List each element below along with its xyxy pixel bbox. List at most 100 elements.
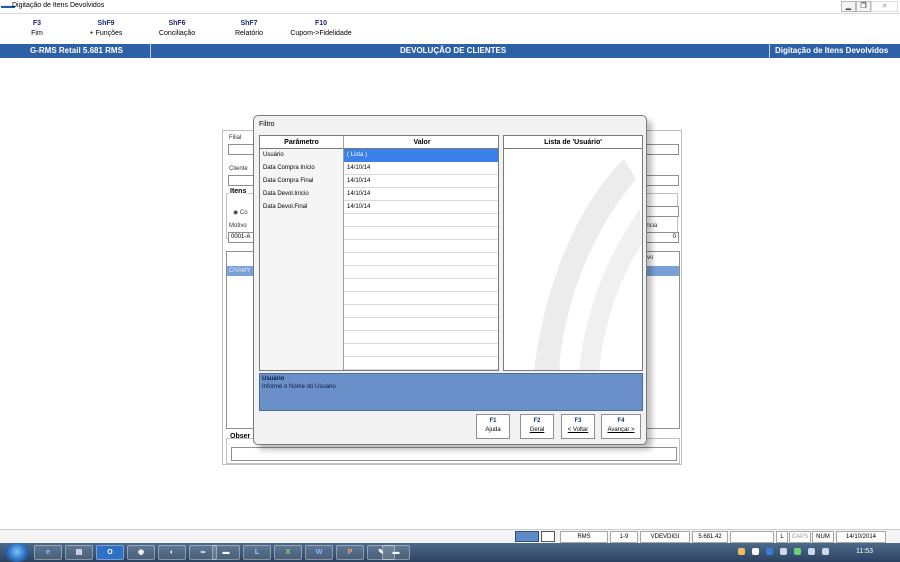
function-key-bar: F3 Fim ShF9 + Funções ShF6 Conciliação S… — [0, 15, 900, 43]
start-button[interactable] — [5, 543, 29, 562]
param-name: Data Compra Início — [260, 162, 344, 175]
button-label: < Voltar — [567, 427, 589, 433]
filial-label: Filial — [229, 135, 242, 141]
status-l: L — [776, 531, 788, 543]
next-button[interactable]: F4 Avançar > — [601, 414, 641, 439]
chrome-icon[interactable]: ◉ — [127, 545, 155, 560]
user-list-panel[interactable]: Lista de 'Usuário' — [503, 135, 643, 371]
tray-network-icon[interactable] — [808, 548, 815, 555]
param-value[interactable]: ( Lista ) — [344, 149, 498, 162]
fkey-label: + Funções — [89, 30, 123, 37]
param-value[interactable]: 14/10/14 — [344, 162, 498, 175]
empty-row — [260, 305, 498, 318]
word-icon[interactable]: W — [305, 545, 333, 560]
general-button[interactable]: F2 Geral — [520, 414, 554, 439]
window-title: Digitação de Itens Devolvidos — [12, 2, 105, 9]
parameter-grid: Parâmetro Valor Usuário ( Lista ) Data C… — [259, 135, 499, 371]
file-explorer-icon[interactable]: ▤ — [65, 545, 93, 560]
col-header-valor: Valor — [344, 136, 498, 149]
header-screen-title: Digitação de Itens Devolvidos — [775, 46, 889, 55]
option-radio-label: Co — [239, 210, 248, 216]
back-button[interactable]: F3 < Voltar — [561, 414, 595, 439]
fkey-cupom-fidelidade[interactable]: F10 Cupom->Fidelidade — [283, 20, 359, 37]
fkey-key: F10 — [314, 20, 328, 27]
fkey-conciliacao[interactable]: ShF6 Conciliação — [156, 20, 198, 37]
title-bar: ▬▬ Digitação de Itens Devolvidos ▁ ❐ ✕ — [0, 0, 900, 14]
app-icon[interactable]: ◐ — [158, 545, 186, 560]
fkey-key: ShF9 — [97, 20, 115, 27]
tray-folder-icon[interactable] — [738, 548, 745, 555]
taskbar: e ▤ O ◉ ◐ ∞ ▬ L X W P ✎ ▬ 11:53 — [0, 543, 900, 562]
empty-row — [260, 279, 498, 292]
param-value[interactable]: 14/10/14 — [344, 175, 498, 188]
button-key: F4 — [617, 418, 625, 424]
powerpoint-icon[interactable]: P — [336, 545, 364, 560]
maximize-button[interactable]: ❐ — [856, 1, 871, 12]
empty-row — [260, 357, 498, 370]
watermark-logo — [534, 159, 642, 370]
empty-row — [260, 227, 498, 240]
param-name: Data Devol.Início — [260, 188, 344, 201]
header-divider — [150, 44, 151, 58]
itens-group-title: Itens — [229, 188, 248, 195]
status-page: 1-9 — [610, 531, 638, 543]
header-divider — [769, 44, 770, 58]
param-value[interactable]: 14/10/14 — [344, 188, 498, 201]
internet-explorer-icon[interactable]: e — [34, 545, 62, 560]
empty-row — [260, 253, 498, 266]
hint-panel: Usuário Informe o Nome do Usuário — [259, 373, 643, 411]
status-bar: RMS 1-9 VDEVDIGI 5.681.42 L CAPS NUM 14/… — [0, 529, 900, 543]
empty-row — [260, 214, 498, 227]
fkey-label: Fim — [31, 30, 43, 37]
button-label: Avançar > — [607, 427, 635, 433]
empty-row — [260, 266, 498, 279]
empty-row — [260, 331, 498, 344]
empty-row — [260, 292, 498, 305]
tray-outlook-icon[interactable] — [766, 548, 773, 555]
minimize-button[interactable]: ▁ — [841, 1, 856, 12]
close-button[interactable]: ✕ — [871, 1, 898, 12]
status-program: VDEVDIGI — [640, 531, 690, 543]
taskbar-clock[interactable]: 11:53 — [856, 548, 873, 555]
fkey-fim[interactable]: F3 Fim — [22, 20, 52, 37]
hint-title: Usuário — [262, 376, 285, 382]
tray-volume-icon[interactable] — [822, 548, 829, 555]
param-name: Data Compra Final — [260, 175, 344, 188]
param-name: Data Devol.Final — [260, 201, 344, 214]
fkey-funcoes[interactable]: ShF9 + Funções — [86, 20, 126, 37]
lync-icon[interactable]: L — [243, 545, 271, 560]
col-header-parametro: Parâmetro — [260, 136, 344, 149]
param-row[interactable]: Usuário ( Lista ) — [260, 149, 498, 162]
keyboard-icon — [515, 531, 539, 542]
fkey-relatorio[interactable]: ShF7 Relatório — [229, 20, 269, 37]
app-icon: ▬▬ — [1, 3, 15, 10]
param-name: Usuário — [260, 149, 344, 162]
param-row[interactable]: Data Devol.Início 14/10/14 — [260, 188, 498, 201]
tray-flag-icon[interactable] — [780, 548, 787, 555]
hint-text: Informe o Nome do Usuário — [262, 384, 336, 390]
param-row[interactable]: Data Devol.Final 14/10/14 — [260, 201, 498, 214]
rms-window-icon[interactable]: ▬ — [382, 545, 410, 560]
document-icon — [541, 531, 555, 542]
button-key: F1 — [489, 418, 497, 424]
module-header: G-RMS Retail 5.681 RMS DEVOLUÇÃO DE CLIE… — [0, 44, 900, 58]
header-module-title: DEVOLUÇÃO DE CLIENTES — [400, 46, 507, 55]
fkey-key: ShF6 — [168, 20, 186, 27]
outlook-icon[interactable]: O — [96, 545, 124, 560]
empty-row — [260, 344, 498, 357]
param-row[interactable]: Data Compra Final 14/10/14 — [260, 175, 498, 188]
param-value[interactable]: 14/10/14 — [344, 201, 498, 214]
rms-app-icon[interactable]: ▬ — [212, 545, 240, 560]
option-radio[interactable]: ◉ Co — [233, 209, 248, 216]
excel-icon[interactable]: X — [274, 545, 302, 560]
empty-row — [260, 318, 498, 331]
param-row[interactable]: Data Compra Início 14/10/14 — [260, 162, 498, 175]
fkey-label: Cupom->Fidelidade — [290, 30, 352, 37]
help-button[interactable]: F1 Ajuda — [476, 414, 510, 439]
tray-status-icon[interactable] — [794, 548, 801, 555]
button-key: F3 — [574, 418, 582, 424]
tray-link-icon[interactable] — [752, 548, 759, 555]
fkey-key: F3 — [32, 20, 42, 27]
fkey-label: Conciliação — [158, 30, 196, 37]
dialog-title: Filtro — [259, 121, 275, 128]
